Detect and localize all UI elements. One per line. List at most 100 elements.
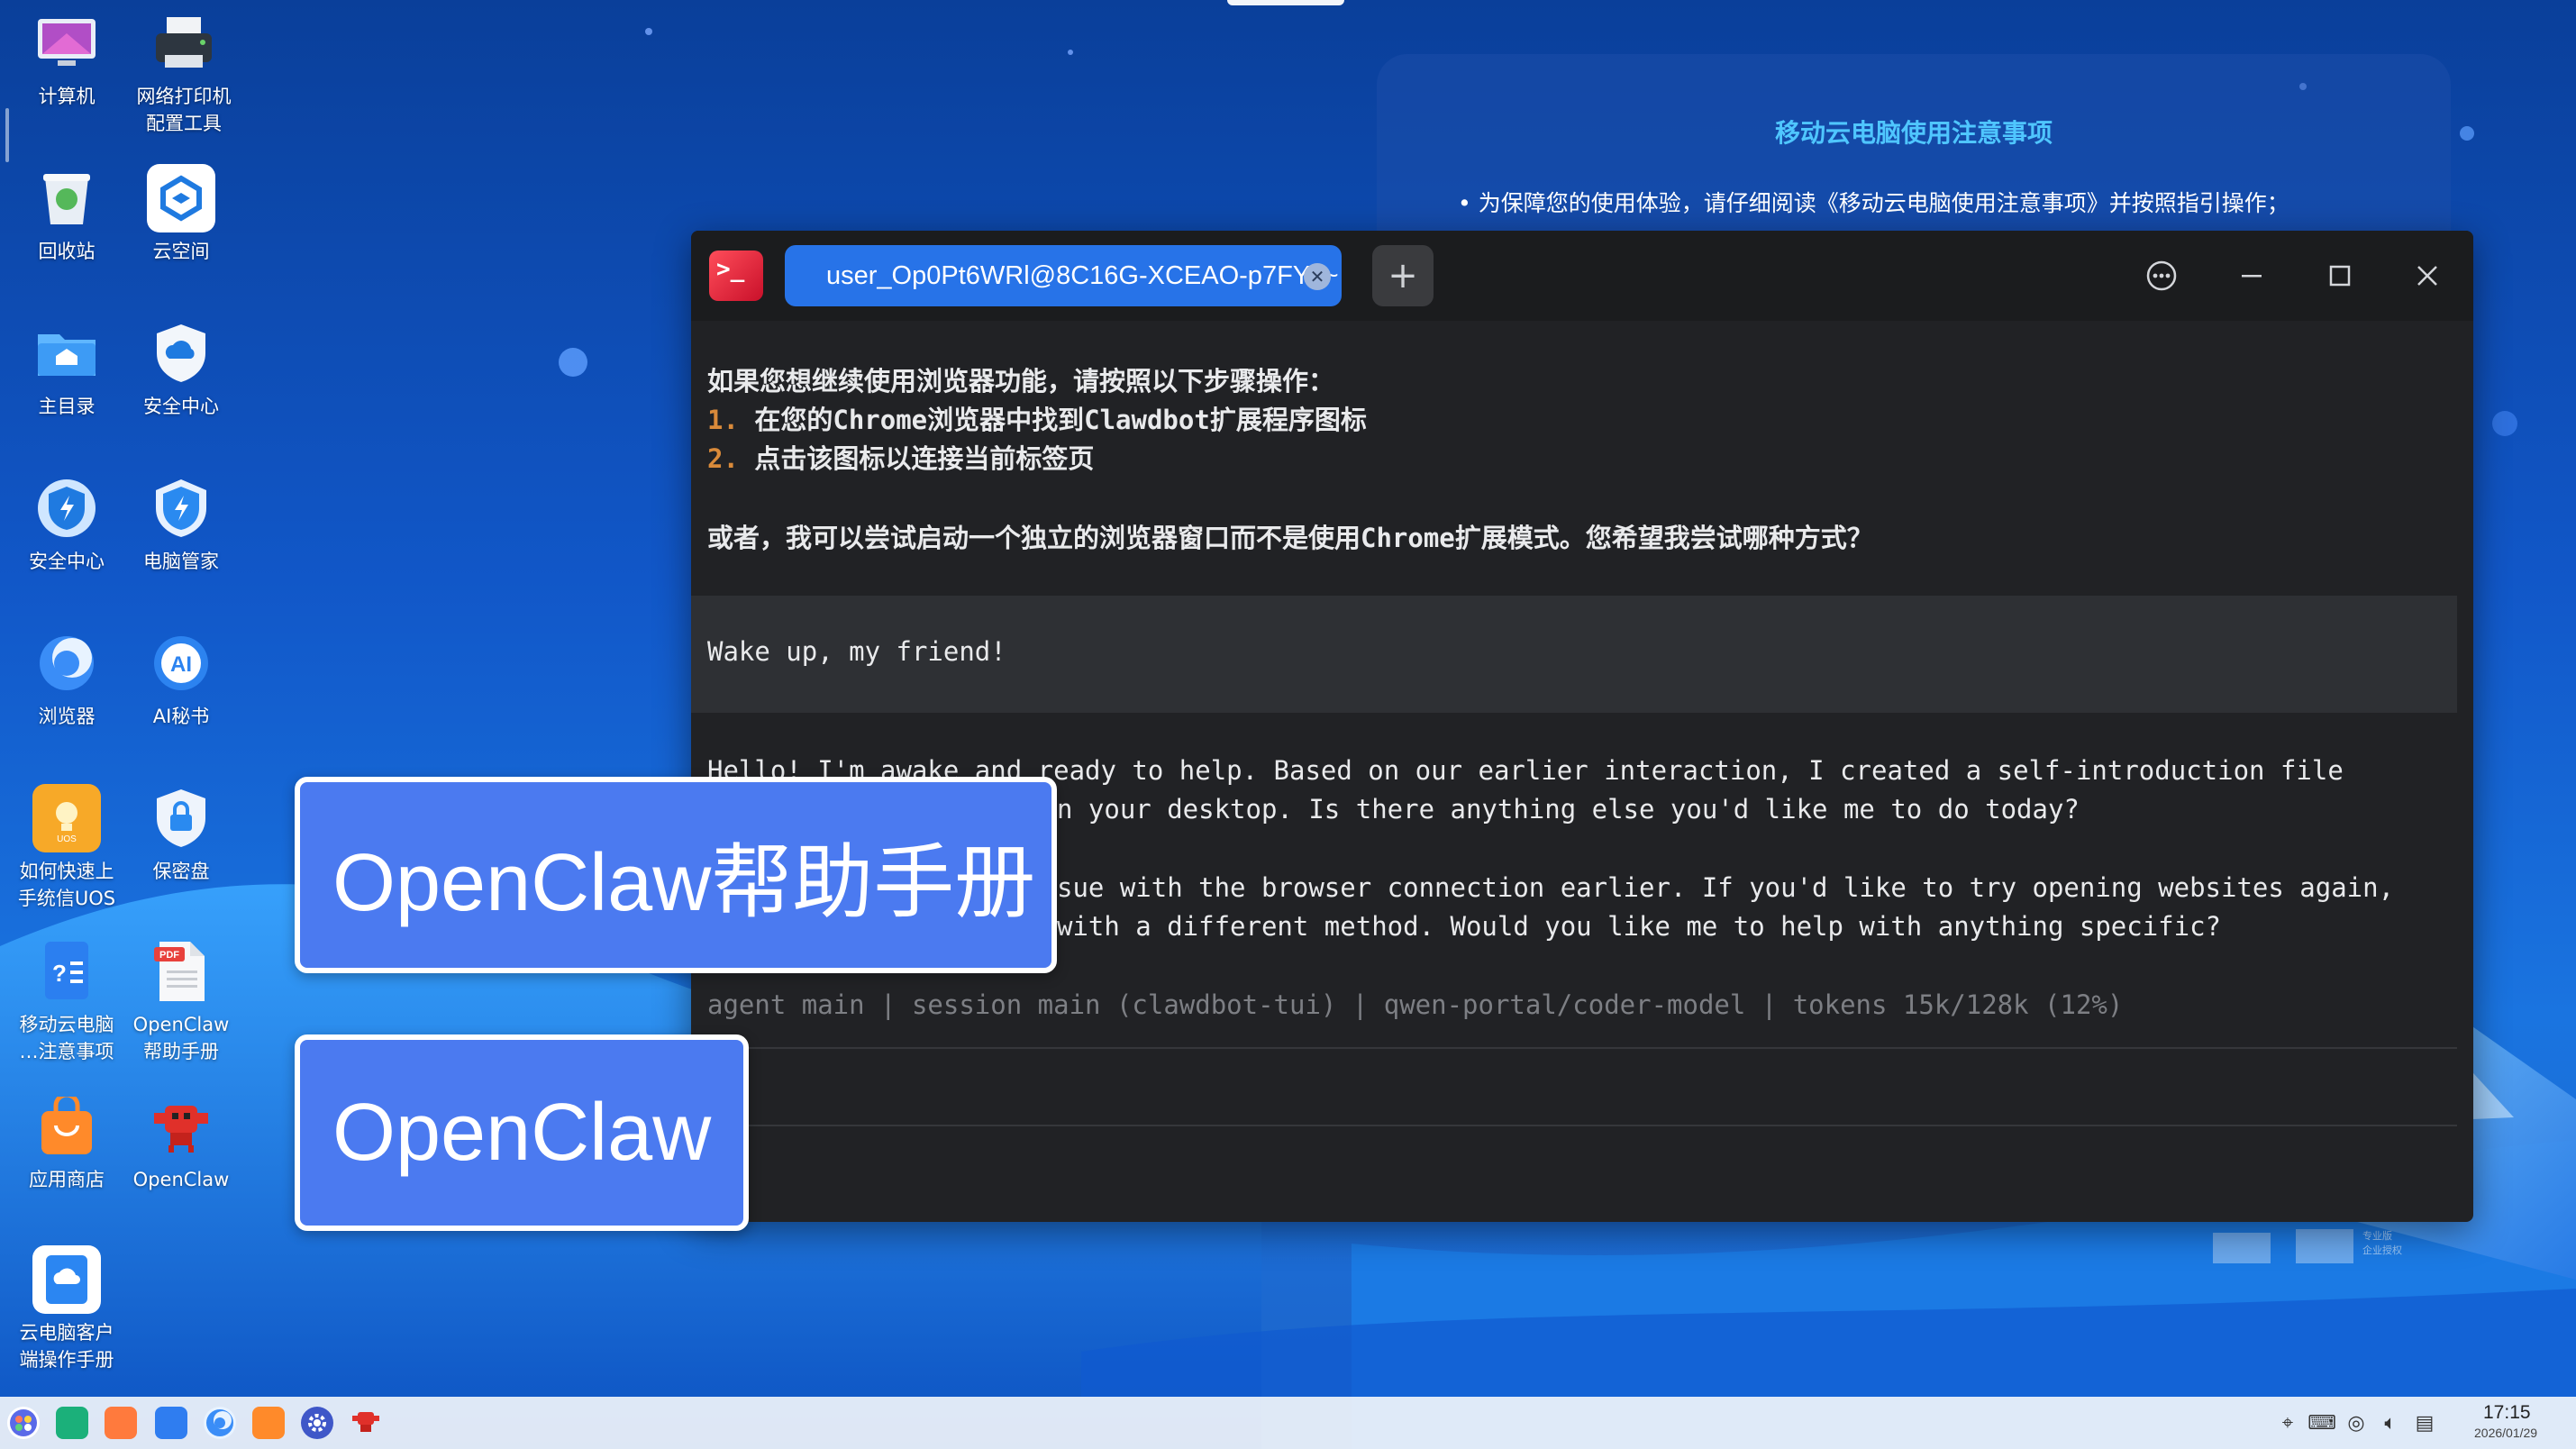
openclaw-taskbar-icon[interactable] [350, 1407, 382, 1439]
overlay-label: OpenClaw [332, 1087, 712, 1178]
desktop-icon-ai-secretary[interactable]: AI AI秘书 [118, 629, 244, 730]
vpn-icon[interactable]: ◎ [2344, 1411, 2368, 1435]
desktop-icon-openclaw-manual[interactable]: PDF OpenClaw 帮助手册 [118, 937, 244, 1065]
cloud-space-icon [147, 164, 215, 232]
desktop-icon-secure-disk[interactable]: 保密盘 [118, 784, 244, 885]
desktop-icon-uos-guide[interactable]: UOS 如何快速上 手统信UOS [4, 784, 130, 912]
desktop-icon-cloud-pc-notice[interactable]: ? 移动云电脑 …注意事项 [4, 937, 130, 1065]
output-line: sue with the browser connection earlier.… [1057, 872, 2395, 903]
cloud-manual-icon [32, 1245, 101, 1314]
desktop-icon-network-printer[interactable]: 网络打印机 配置工具 [121, 9, 247, 137]
terminal-titlebar[interactable]: >_ user_Op0Pt6WRl@8C16G-XCEAO-p7FY: ~ ✕ … [691, 231, 2473, 321]
desktop-icon-label-line2: 手统信UOS [17, 888, 116, 909]
taskbar: ⌖ ⌨ ◎ 🔈︎ ▤ 17:15 2026/01/29 [0, 1397, 2576, 1449]
desktop-icon-cloud-space[interactable]: 云空间 [118, 164, 244, 265]
ai-secretary-icon: AI [147, 629, 215, 697]
browser-icon [32, 629, 101, 697]
keyboard-icon[interactable]: ⌨ [2307, 1411, 2336, 1435]
pc-manager-icon [147, 474, 215, 542]
desktop-icon-security-center[interactable]: 安全中心 [118, 319, 244, 420]
edition-watermark: 专业版 企业授权 [2213, 1226, 2447, 1271]
output-line: 或者，我可以尝试启动一个独立的浏览器窗口而不是使用Chrome扩展模式。您希望我… [707, 523, 1873, 553]
computer-icon [32, 9, 101, 77]
tab-close-icon[interactable]: ✕ [1304, 263, 1331, 290]
desktop-icon-label: 安全中心 [143, 396, 219, 417]
input-area[interactable] [691, 1049, 2457, 1125]
minimize-icon[interactable] [2232, 256, 2271, 296]
svg-text:PDF: PDF [159, 950, 179, 961]
desktop-icon-label-line2: 帮助手册 [143, 1041, 219, 1062]
status-line: agent main | session main (clawdbot-tui)… [707, 989, 2124, 1020]
launcher-icon[interactable] [7, 1407, 40, 1439]
output-line: 如果您想继续使用浏览器功能，请按照以下步骤操作： [707, 366, 1335, 396]
multitask-view-icon[interactable] [56, 1407, 88, 1439]
desktop-icon-recycle-bin[interactable]: 回收站 [4, 164, 130, 265]
desktop-icon-label: 如何快速上 [19, 861, 114, 882]
desktop-icon-label: 浏览器 [38, 706, 96, 727]
storage-icon[interactable]: ▤ [2413, 1411, 2436, 1435]
list-text: 点击该图标以连接当前标签页 [738, 443, 1095, 474]
desktop-icon-label: 计算机 [38, 86, 96, 107]
app-grid-icon[interactable] [105, 1407, 137, 1439]
app-store-taskbar-icon[interactable] [252, 1407, 285, 1439]
network-icon[interactable]: ⌖ [2276, 1411, 2299, 1435]
desktop-icon-label: OpenClaw [132, 1014, 230, 1035]
lock-shield-icon [147, 784, 215, 852]
list-number: 1. [707, 405, 739, 435]
list-text: 在您的Chrome浏览器中找到Clawdbot扩展程序图标 [738, 405, 1367, 435]
edge-indicator [5, 108, 9, 162]
top-handle [1227, 0, 1344, 5]
desktop-icon-computer[interactable]: 计算机 [4, 9, 130, 110]
clock-time[interactable]: 17:15 [2483, 1402, 2531, 1424]
svg-text:AI: AI [170, 652, 192, 677]
help-document-icon: ? [32, 937, 101, 1006]
desktop-icon-openclaw[interactable]: OpenClaw [118, 1092, 244, 1193]
output-line: n your desktop. Is there anything else y… [1057, 794, 2080, 825]
more-options-icon[interactable] [2142, 256, 2181, 296]
close-icon[interactable] [2408, 256, 2447, 296]
shield-bolt-icon [32, 474, 101, 542]
desktop-icon-label: OpenClaw [132, 1169, 230, 1190]
new-tab-button[interactable]: + [1372, 245, 1434, 306]
terminal-output[interactable]: 如果您想继续使用浏览器功能，请按照以下步骤操作： 1. 在您的Chrome浏览器… [691, 321, 2473, 1222]
overlay-label: OpenClaw帮助手册 [332, 838, 1036, 928]
desktop-icon-label-line2: …注意事项 [19, 1041, 114, 1062]
desktop-icon-label-line2: 配置工具 [146, 113, 222, 134]
pdf-file-icon: PDF [147, 937, 215, 1006]
user-message: Wake up, my friend! [707, 636, 1006, 667]
shield-cloud-icon [147, 319, 215, 387]
desktop-icon-home[interactable]: 主目录 [4, 319, 130, 420]
notice-title: 移动云电脑使用注意事项 [1774, 118, 2053, 148]
watermark-line2: 企业授权 [2362, 1244, 2402, 1256]
desktop-icon-label: 保密盘 [152, 861, 210, 882]
maximize-icon[interactable] [2320, 256, 2360, 296]
desktop-icon-label: 回收站 [38, 241, 96, 262]
terminal-tab[interactable]: user_Op0Pt6WRl@8C16G-XCEAO-p7FY: ~ ✕ [785, 245, 1342, 306]
desktop-icon-client-manual[interactable]: 云电脑客户 端操作手册 [4, 1245, 130, 1373]
divider [691, 1125, 2457, 1126]
settings-gear-icon[interactable] [301, 1407, 333, 1439]
desktop-icon-label: 云电脑客户 [19, 1322, 114, 1344]
terminal-tab-title: user_Op0Pt6WRl@8C16G-XCEAO-p7FY: ~ [826, 260, 1339, 290]
browser-taskbar-icon[interactable] [204, 1407, 236, 1439]
volume-icon[interactable]: 🔈︎ [2379, 1411, 2402, 1435]
notice-body: • 为保障您的使用体验，请仔细阅读《移动云电脑使用注意事项》并按照指引操作； [1458, 190, 2289, 216]
clock-date[interactable]: 2026/01/29 [2474, 1426, 2537, 1440]
recycle-bin-icon [32, 164, 101, 232]
desktop-icon-label-line2: 端操作手册 [19, 1349, 114, 1371]
svg-text:?: ? [52, 960, 67, 987]
desktop-icon-app-store[interactable]: 应用商店 [4, 1092, 130, 1193]
terminal-window[interactable]: >_ user_Op0Pt6WRl@8C16G-XCEAO-p7FY: ~ ✕ … [691, 231, 2473, 1222]
output-line: with a different method. Would you like … [1057, 911, 2222, 942]
openclaw-overlay: OpenClaw [295, 1034, 749, 1231]
output-line: 1. 在您的Chrome浏览器中找到Clawdbot扩展程序图标 [707, 399, 1367, 437]
desktop-icon-pc-manager[interactable]: 电脑管家 [118, 474, 244, 575]
terminal-app-icon: >_ [709, 251, 763, 301]
desktop-icon-browser[interactable]: 浏览器 [4, 629, 130, 730]
watermark-line1: 专业版 [2362, 1230, 2392, 1242]
output-line: 2. 点击该图标以连接当前标签页 [707, 438, 1094, 476]
file-manager-icon[interactable] [155, 1407, 187, 1439]
desktop-icon-security-center-2[interactable]: 安全中心 [4, 474, 130, 575]
desktop-icon-label: 主目录 [38, 396, 96, 417]
list-number: 2. [707, 443, 739, 474]
